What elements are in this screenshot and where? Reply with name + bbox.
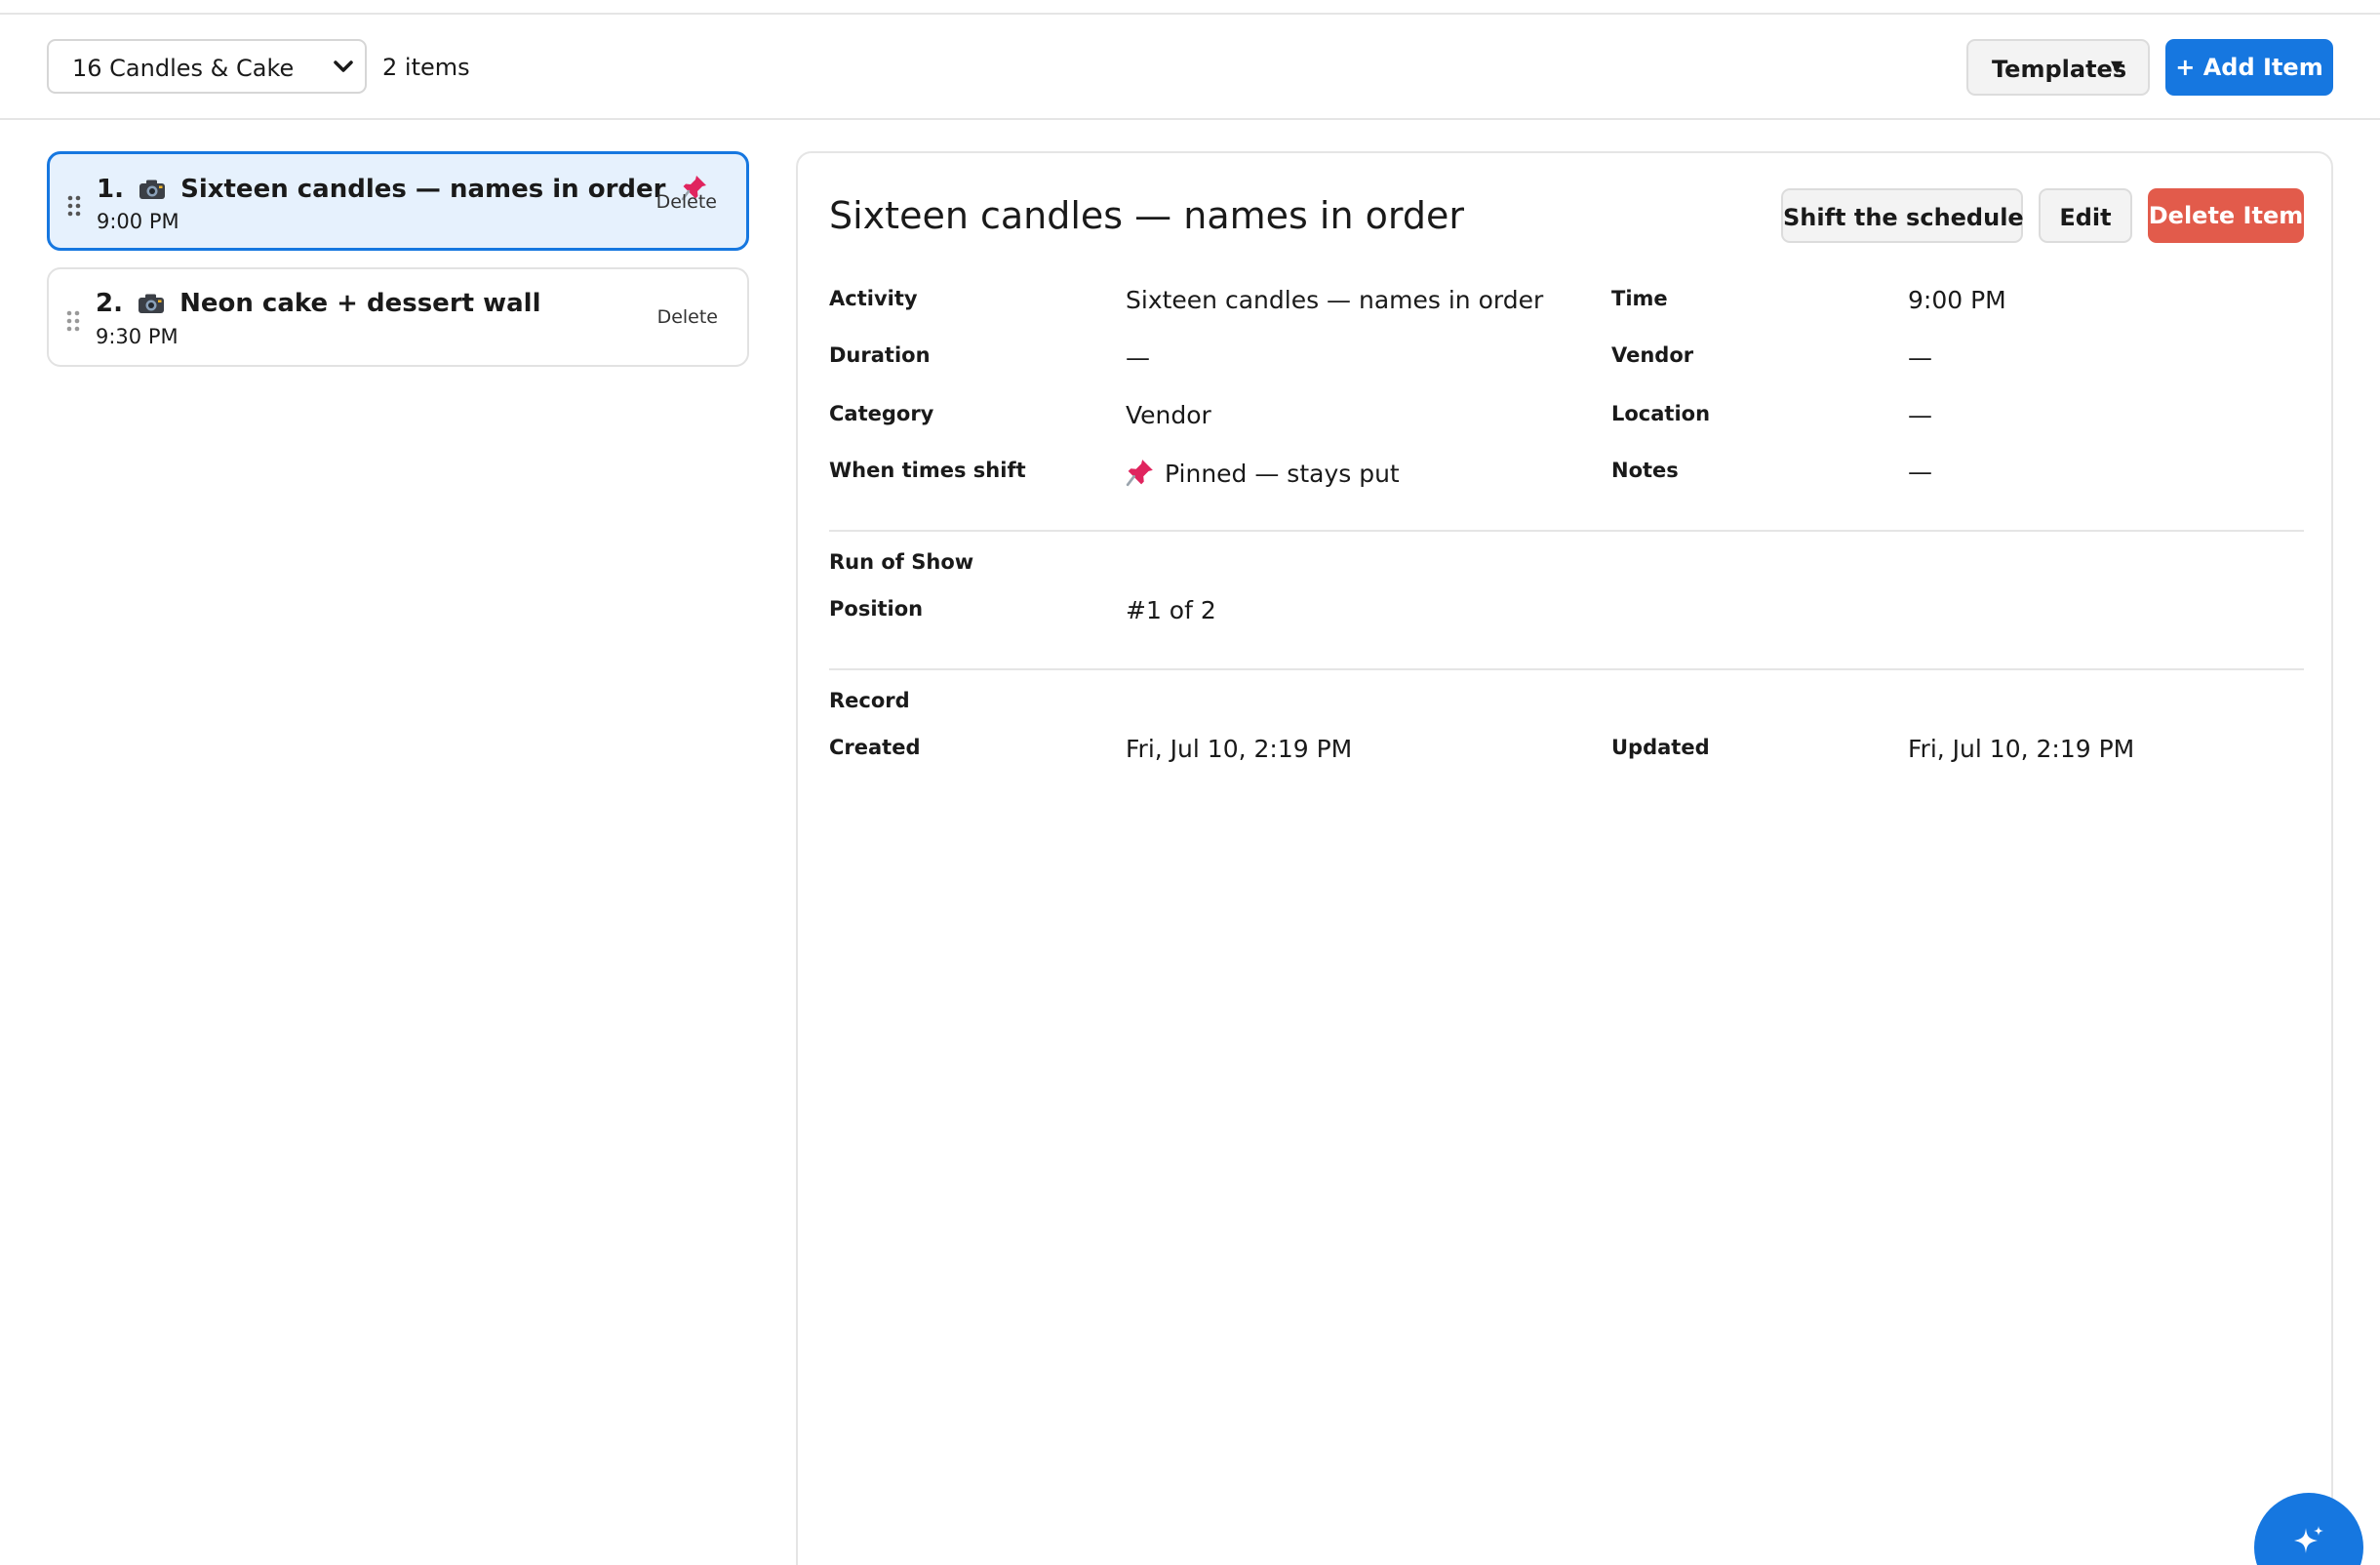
duration-value: — bbox=[1126, 343, 1150, 372]
list-item-title: 1. Sixteen candles — names in order bbox=[97, 174, 708, 204]
list-item-label: Sixteen candles — names in order bbox=[180, 175, 666, 204]
list-item[interactable]: 1. Sixteen candles — names in order 9:00… bbox=[47, 151, 749, 251]
camera-icon bbox=[139, 294, 165, 313]
event-select[interactable]: 16 Candles & Cake bbox=[47, 39, 367, 94]
detail-panel: Sixteen candles — names in order Shift t… bbox=[796, 151, 2333, 1565]
created-label: Created bbox=[829, 736, 921, 759]
add-item-label: + Add Item bbox=[2175, 54, 2323, 81]
camera-icon bbox=[139, 180, 166, 199]
delete-link[interactable]: Delete bbox=[657, 306, 718, 328]
list-item[interactable]: 2. Neon cake + dessert wall 9:30 PM Dele… bbox=[47, 267, 749, 367]
section-divider bbox=[829, 668, 2304, 670]
list-item-time: 9:30 PM bbox=[96, 325, 178, 348]
activity-value: Sixteen candles — names in order bbox=[1126, 286, 1544, 314]
toolbar: 16 Candles & Cake 2 items Templates ▼ + … bbox=[0, 15, 2380, 120]
event-select-value: 16 Candles & Cake bbox=[72, 55, 295, 82]
templates-label: Templates bbox=[1992, 56, 2127, 83]
notes-label: Notes bbox=[1611, 459, 1679, 482]
delete-link[interactable]: Delete bbox=[656, 191, 717, 213]
list-item-number: 2. bbox=[96, 289, 123, 318]
shift-behavior-value: Pinned — stays put bbox=[1126, 458, 1400, 488]
add-item-button[interactable]: + Add Item bbox=[2165, 39, 2333, 96]
chevron-down-icon bbox=[334, 60, 353, 72]
list-item-number: 1. bbox=[97, 175, 124, 204]
updated-value: Fri, Jul 10, 2:19 PM bbox=[1908, 735, 2135, 763]
activity-label: Activity bbox=[829, 287, 918, 310]
item-count: 2 items bbox=[382, 54, 470, 81]
section-divider bbox=[829, 530, 2304, 532]
templates-button[interactable]: Templates ▼ bbox=[1966, 39, 2150, 96]
vendor-value: — bbox=[1908, 343, 1932, 372]
shift-schedule-button[interactable]: Shift the schedule bbox=[1781, 188, 2024, 243]
drag-handle-icon[interactable] bbox=[67, 195, 81, 217]
position-label: Position bbox=[829, 597, 924, 621]
location-value: — bbox=[1908, 401, 1932, 429]
list-item-title: 2. Neon cake + dessert wall bbox=[96, 289, 541, 318]
list-item-label: Neon cake + dessert wall bbox=[179, 289, 541, 318]
shift-behavior-text: Pinned — stays put bbox=[1165, 460, 1400, 488]
run-of-show-heading: Run of Show bbox=[829, 550, 974, 574]
updated-label: Updated bbox=[1611, 736, 1710, 759]
shift-schedule-label: Shift the schedule bbox=[1783, 204, 2024, 231]
list-item-time: 9:00 PM bbox=[97, 210, 179, 233]
top-border bbox=[0, 0, 2380, 15]
delete-item-button[interactable]: Delete Item bbox=[2148, 188, 2304, 243]
edit-label: Edit bbox=[2059, 204, 2112, 231]
notes-value: — bbox=[1908, 458, 1932, 486]
category-value: Vendor bbox=[1126, 401, 1211, 429]
delete-item-label: Delete Item bbox=[2148, 202, 2304, 229]
record-heading: Record bbox=[829, 689, 910, 712]
pin-icon bbox=[1126, 460, 1153, 487]
detail-title: Sixteen candles — names in order bbox=[829, 194, 1464, 237]
caret-down-icon: ▼ bbox=[2111, 57, 2123, 75]
sparkle-icon bbox=[2294, 1526, 2323, 1553]
category-label: Category bbox=[829, 402, 934, 425]
edit-button[interactable]: Edit bbox=[2039, 188, 2132, 243]
created-value: Fri, Jul 10, 2:19 PM bbox=[1126, 735, 1353, 763]
time-value: 9:00 PM bbox=[1908, 286, 2006, 314]
shift-behavior-label: When times shift bbox=[829, 459, 1026, 482]
time-label: Time bbox=[1611, 287, 1668, 310]
vendor-label: Vendor bbox=[1611, 343, 1694, 367]
duration-label: Duration bbox=[829, 343, 931, 367]
drag-handle-icon[interactable] bbox=[66, 310, 80, 332]
location-label: Location bbox=[1611, 402, 1711, 425]
position-value: #1 of 2 bbox=[1126, 596, 1216, 624]
